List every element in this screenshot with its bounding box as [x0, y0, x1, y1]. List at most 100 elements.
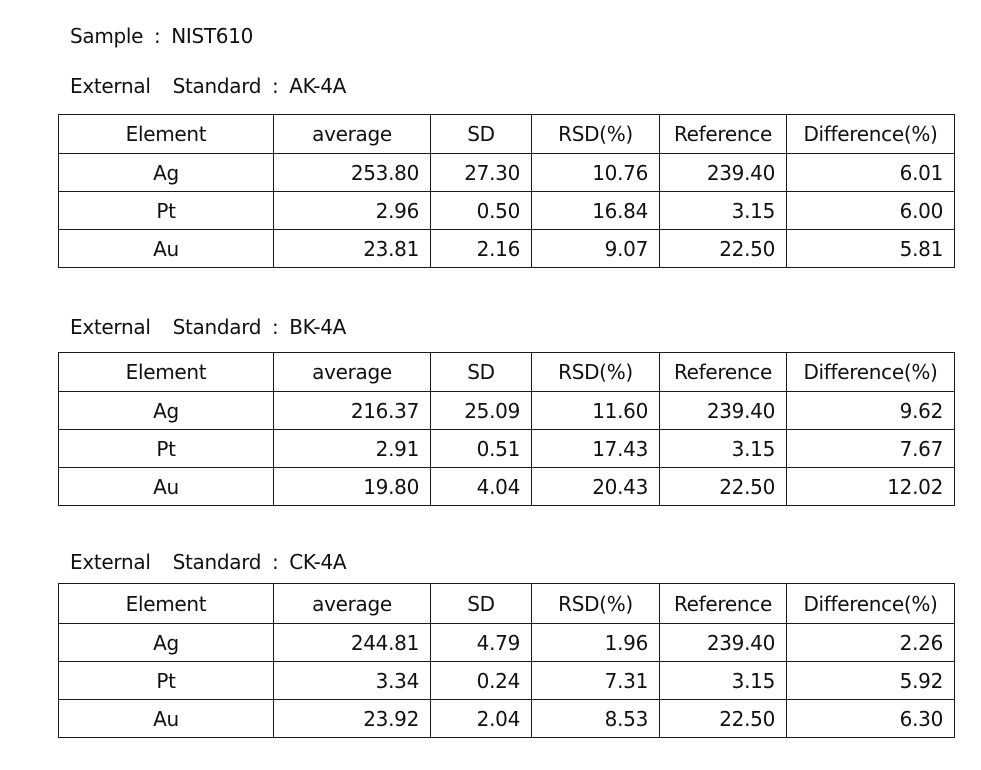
- header-rsd: RSD(%): [531, 352, 660, 392]
- header-difference: Difference(%): [786, 583, 955, 624]
- header-element: Element: [58, 352, 274, 392]
- cell-average: 23.92: [273, 699, 431, 738]
- header-reference: Reference: [659, 583, 787, 624]
- sample-colon: :: [153, 24, 161, 48]
- cell-reference: 3.15: [659, 429, 787, 468]
- header-average: average: [273, 583, 431, 624]
- cell-average: 253.80: [273, 153, 431, 192]
- external-label: External: [70, 74, 151, 98]
- standard-colon: :: [271, 315, 279, 339]
- header-difference: Difference(%): [786, 352, 955, 392]
- cell-sd: 2.16: [430, 229, 532, 268]
- standard-colon: :: [271, 550, 279, 574]
- table-header-row: Element average SD RSD(%) Reference Diff…: [58, 114, 955, 154]
- results-table-bk4a: Element average SD RSD(%) Reference Diff…: [58, 352, 955, 506]
- cell-rsd: 17.43: [531, 429, 660, 468]
- header-reference: Reference: [659, 114, 787, 154]
- cell-rsd: 11.60: [531, 391, 660, 430]
- standard-value: BK-4A: [289, 315, 347, 339]
- header-element: Element: [58, 583, 274, 624]
- sample-line: Sample: NIST610: [70, 24, 253, 48]
- cell-rsd: 1.96: [531, 623, 660, 662]
- header-sd: SD: [430, 114, 532, 154]
- table-header-row: Element average SD RSD(%) Reference Diff…: [58, 352, 955, 392]
- table-row: Ag 216.37 25.09 11.60 239.40 9.62: [58, 391, 955, 430]
- table-row: Au 23.92 2.04 8.53 22.50 6.30: [58, 699, 955, 738]
- cell-sd: 27.30: [430, 153, 532, 192]
- header-rsd: RSD(%): [531, 583, 660, 624]
- cell-difference: 2.26: [786, 623, 955, 662]
- cell-element: Au: [58, 229, 274, 268]
- cell-sd: 0.51: [430, 429, 532, 468]
- cell-element: Pt: [58, 191, 274, 230]
- standard-colon: :: [271, 74, 279, 98]
- header-difference: Difference(%): [786, 114, 955, 154]
- cell-element: Ag: [58, 153, 274, 192]
- cell-average: 19.80: [273, 467, 431, 506]
- cell-sd: 25.09: [430, 391, 532, 430]
- cell-reference: 3.15: [659, 191, 787, 230]
- cell-sd: 2.04: [430, 699, 532, 738]
- table-row: Pt 3.34 0.24 7.31 3.15 5.92: [58, 661, 955, 700]
- table-row: Ag 253.80 27.30 10.76 239.40 6.01: [58, 153, 955, 192]
- cell-average: 2.91: [273, 429, 431, 468]
- cell-rsd: 8.53: [531, 699, 660, 738]
- header-element: Element: [58, 114, 274, 154]
- cell-average: 3.34: [273, 661, 431, 700]
- cell-difference: 7.67: [786, 429, 955, 468]
- sample-value: NIST610: [171, 24, 254, 48]
- cell-rsd: 20.43: [531, 467, 660, 506]
- external-standard-heading-ck4a: External Standard: CK-4A: [70, 550, 347, 574]
- cell-reference: 3.15: [659, 661, 787, 700]
- header-sd: SD: [430, 583, 532, 624]
- cell-element: Au: [58, 467, 274, 506]
- cell-reference: 239.40: [659, 153, 787, 192]
- cell-difference: 6.01: [786, 153, 955, 192]
- header-rsd: RSD(%): [531, 114, 660, 154]
- cell-difference: 5.81: [786, 229, 955, 268]
- external-standard-heading-ak4a: External Standard: AK-4A: [70, 74, 346, 98]
- table-row: Pt 2.91 0.51 17.43 3.15 7.67: [58, 429, 955, 468]
- cell-average: 2.96: [273, 191, 431, 230]
- cell-element: Au: [58, 699, 274, 738]
- table-row: Ag 244.81 4.79 1.96 239.40 2.26: [58, 623, 955, 662]
- cell-rsd: 16.84: [531, 191, 660, 230]
- results-table-ck4a: Element average SD RSD(%) Reference Diff…: [58, 583, 955, 738]
- cell-difference: 9.62: [786, 391, 955, 430]
- cell-element: Ag: [58, 623, 274, 662]
- cell-difference: 6.30: [786, 699, 955, 738]
- standard-label: Standard: [172, 315, 262, 339]
- cell-reference: 22.50: [659, 699, 787, 738]
- standard-label: Standard: [172, 550, 262, 574]
- cell-reference: 22.50: [659, 229, 787, 268]
- header-reference: Reference: [659, 352, 787, 392]
- external-standard-heading-bk4a: External Standard: BK-4A: [70, 315, 346, 339]
- cell-sd: 4.79: [430, 623, 532, 662]
- header-average: average: [273, 352, 431, 392]
- results-table-ak4a: Element average SD RSD(%) Reference Diff…: [58, 114, 955, 268]
- cell-rsd: 9.07: [531, 229, 660, 268]
- external-label: External: [70, 315, 151, 339]
- cell-rsd: 7.31: [531, 661, 660, 700]
- cell-reference: 22.50: [659, 467, 787, 506]
- cell-element: Pt: [58, 429, 274, 468]
- cell-average: 244.81: [273, 623, 431, 662]
- external-label: External: [70, 550, 151, 574]
- header-average: average: [273, 114, 431, 154]
- standard-label: Standard: [172, 74, 262, 98]
- cell-sd: 0.24: [430, 661, 532, 700]
- sample-label: Sample: [70, 24, 144, 48]
- cell-sd: 0.50: [430, 191, 532, 230]
- cell-difference: 12.02: [786, 467, 955, 506]
- cell-average: 216.37: [273, 391, 431, 430]
- cell-element: Pt: [58, 661, 274, 700]
- cell-average: 23.81: [273, 229, 431, 268]
- cell-difference: 6.00: [786, 191, 955, 230]
- cell-difference: 5.92: [786, 661, 955, 700]
- cell-reference: 239.40: [659, 623, 787, 662]
- table-header-row: Element average SD RSD(%) Reference Diff…: [58, 583, 955, 624]
- standard-value: CK-4A: [289, 550, 347, 574]
- table-row: Pt 2.96 0.50 16.84 3.15 6.00: [58, 191, 955, 230]
- table-row: Au 19.80 4.04 20.43 22.50 12.02: [58, 467, 955, 506]
- standard-value: AK-4A: [289, 74, 347, 98]
